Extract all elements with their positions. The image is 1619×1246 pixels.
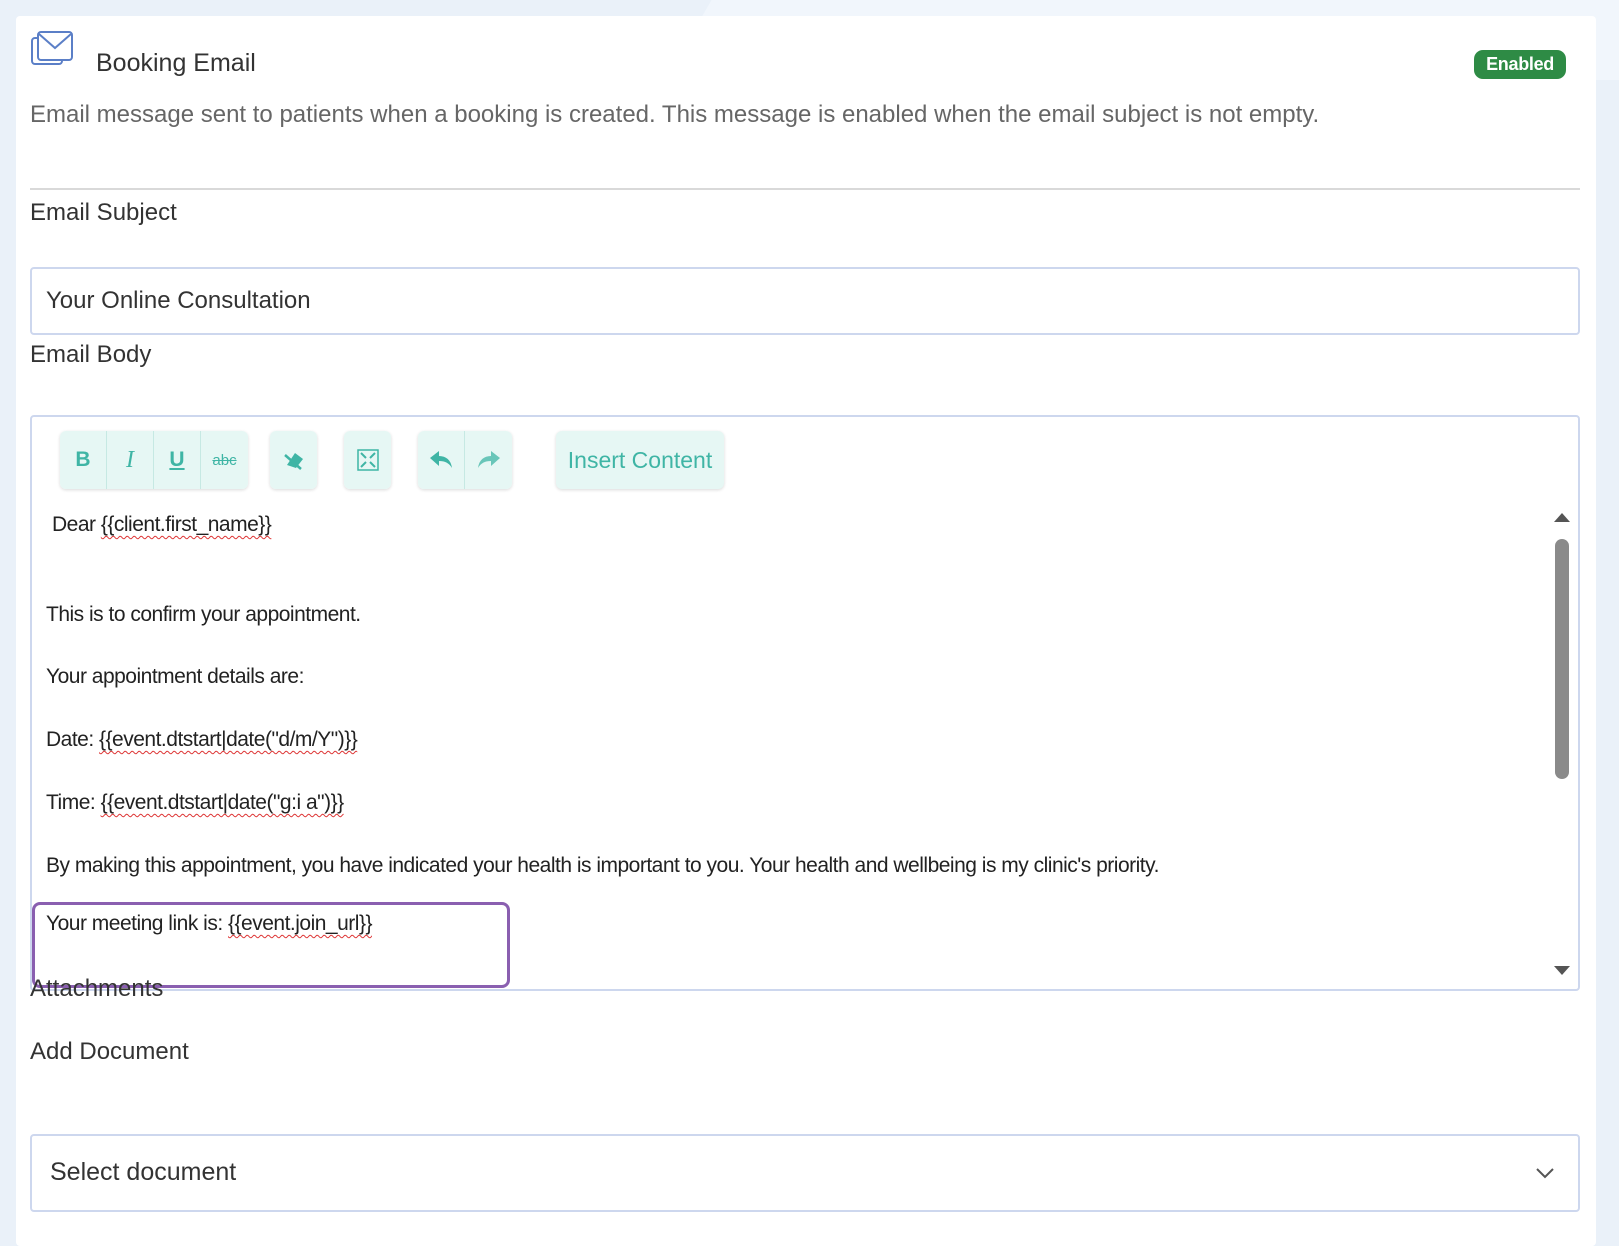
clear-format-group [270, 431, 317, 489]
confirm-line: This is to confirm your appointment. [46, 603, 361, 626]
document-select[interactable]: Select document [30, 1134, 1580, 1212]
eraser-icon [283, 453, 303, 470]
scroll-down-arrow-icon[interactable] [1554, 966, 1570, 975]
booking-email-card: Booking Email Enabled Email message sent… [16, 16, 1596, 1246]
time-prefix: Time: [46, 791, 101, 814]
email-subject-input[interactable] [46, 287, 1446, 315]
bold-button[interactable]: B [60, 431, 107, 489]
description-text: Email message sent to patients when a bo… [30, 101, 1320, 128]
date-prefix: Date: [46, 728, 100, 751]
page-title: Booking Email [96, 49, 256, 77]
email-subject-field[interactable] [30, 267, 1580, 335]
redo-icon [477, 451, 500, 468]
underline-button[interactable]: U [154, 431, 201, 489]
fullscreen-group [344, 431, 391, 489]
date-line: Date: {{event.dtstart|date("d/m/Y")}} [46, 728, 358, 752]
details-line: Your appointment details are: [46, 665, 304, 688]
format-button-group: B I U abc [60, 431, 248, 489]
undo-button[interactable] [418, 431, 465, 489]
greeting-line: Dear {{client.first_name}} [52, 513, 272, 537]
email-subject-label: Email Subject [30, 199, 177, 226]
time-template: {{event.dtstart|date("g:i a")}} [100, 791, 345, 814]
time-line: Time: {{event.dtstart|date("g:i a")}} [46, 791, 344, 815]
italic-button[interactable]: I [107, 431, 154, 489]
envelope-icon [31, 31, 73, 65]
health-line: By making this appointment, you have ind… [46, 854, 1159, 877]
attachments-label: Attachments [30, 975, 164, 1002]
strikethrough-button[interactable]: abc [201, 431, 248, 489]
editor-scrollbar[interactable] [1552, 507, 1572, 985]
redo-button[interactable] [465, 431, 512, 489]
fullscreen-icon [356, 449, 379, 471]
history-button-group [418, 431, 512, 489]
greeting-template: {{client.first_name}} [100, 513, 272, 536]
insert-content-button[interactable]: Insert Content [556, 431, 724, 489]
add-document-label: Add Document [30, 1038, 189, 1065]
email-body-label: Email Body [30, 341, 152, 368]
document-select-value: Select document [50, 1158, 237, 1186]
fullscreen-button[interactable] [344, 431, 391, 489]
clear-format-button[interactable] [270, 431, 317, 489]
scroll-thumb[interactable] [1555, 539, 1569, 779]
chevron-down-icon [1536, 1168, 1554, 1179]
status-badge: Enabled [1474, 50, 1566, 79]
divider [30, 188, 1580, 190]
greeting-prefix: Dear [52, 513, 101, 536]
date-template: {{event.dtstart|date("d/m/Y")}} [99, 728, 358, 751]
undo-icon [430, 451, 452, 468]
scroll-up-arrow-icon[interactable] [1554, 513, 1570, 522]
